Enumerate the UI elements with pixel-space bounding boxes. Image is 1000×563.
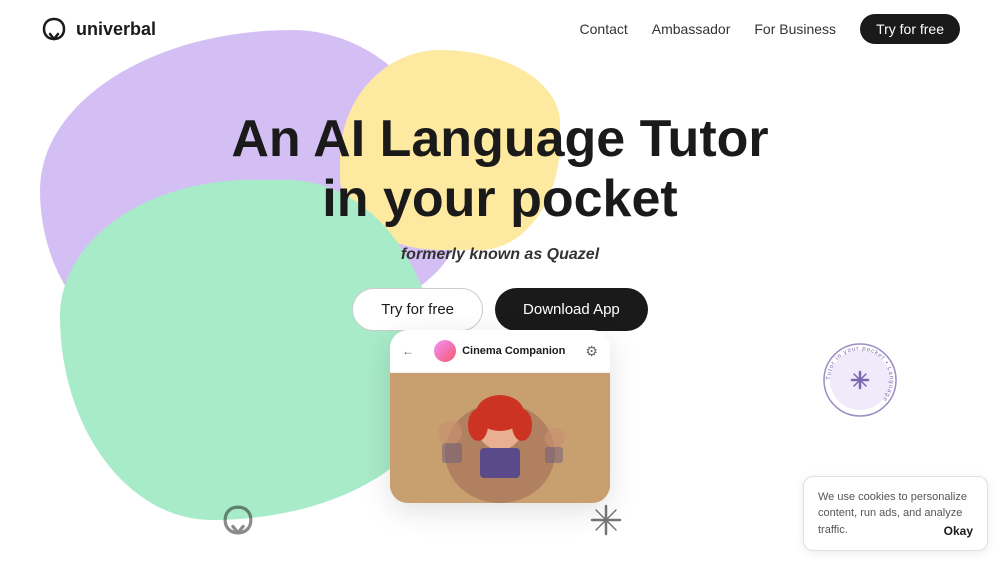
bottom-logo-mark [220,502,256,543]
phone-chat-title: Cinema Companion [462,345,565,357]
phone-content [390,373,610,503]
person-image [390,373,610,503]
nav-contact[interactable]: Contact [580,21,628,37]
navbar: univerbal Contact Ambassador For Busines… [0,0,1000,58]
circular-badge: Tutor in your pocket • Language [820,340,900,420]
nav-ambassador[interactable]: Ambassador [652,21,731,37]
nav-links: Contact Ambassador For Business Try for … [580,14,960,44]
phone-avatar [434,340,456,362]
nav-try-button[interactable]: Try for free [860,14,960,44]
phone-settings-icon[interactable]: ⚙ [585,343,598,360]
sparkle-icon [590,504,622,543]
logo[interactable]: univerbal [40,15,156,43]
phone-header: ← Cinema Companion ⚙ [390,330,610,373]
hero-title: An AI Language Tutor in your pocket [231,110,768,230]
logo-icon [40,15,68,43]
phone-back-button[interactable]: ← [402,344,414,358]
download-app-button[interactable]: Download App [495,288,648,331]
hero-buttons: Try for free Download App [352,288,648,331]
phone-title-row: Cinema Companion [434,340,565,362]
logo-text: univerbal [76,19,156,40]
hero-subtitle: formerly known as Quazel [401,246,599,264]
cookie-banner: We use cookies to personalize content, r… [803,476,988,552]
try-for-free-button[interactable]: Try for free [352,288,483,331]
cookie-okay-button[interactable]: Okay [944,524,973,538]
hero-section: An AI Language Tutor in your pocket form… [0,50,1000,331]
person-svg [390,373,610,503]
nav-for-business[interactable]: For Business [754,21,836,37]
badge-center-icon [852,372,868,388]
phone-mockup: ← Cinema Companion ⚙ [390,330,610,503]
badge-svg: Tutor in your pocket • Language [820,340,900,420]
